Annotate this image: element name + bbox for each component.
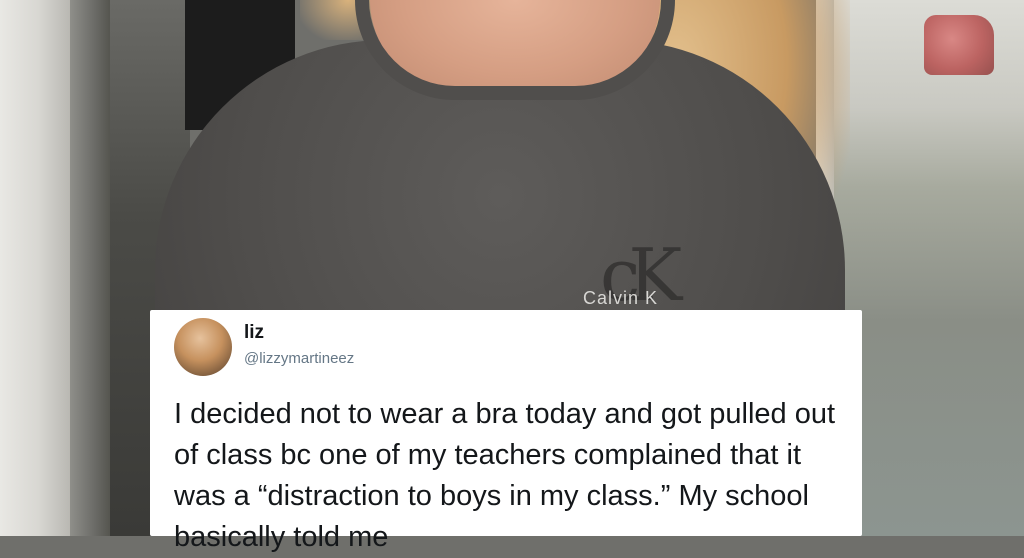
tweet-handle[interactable]: @lizzymartineez xyxy=(244,350,354,367)
wall xyxy=(0,0,70,536)
red-toy xyxy=(924,15,994,75)
tweet-display-name[interactable]: liz xyxy=(244,322,264,344)
shirt-collar xyxy=(355,0,675,100)
tweet-card: liz @lizzymartineez I decided not to wea… xyxy=(150,310,862,553)
avatar[interactable] xyxy=(174,318,232,376)
door-frame xyxy=(70,0,110,536)
tweet-text: I decided not to wear a bra today and go… xyxy=(174,398,836,553)
shirt-logo-text: Calvin K xyxy=(583,288,659,308)
